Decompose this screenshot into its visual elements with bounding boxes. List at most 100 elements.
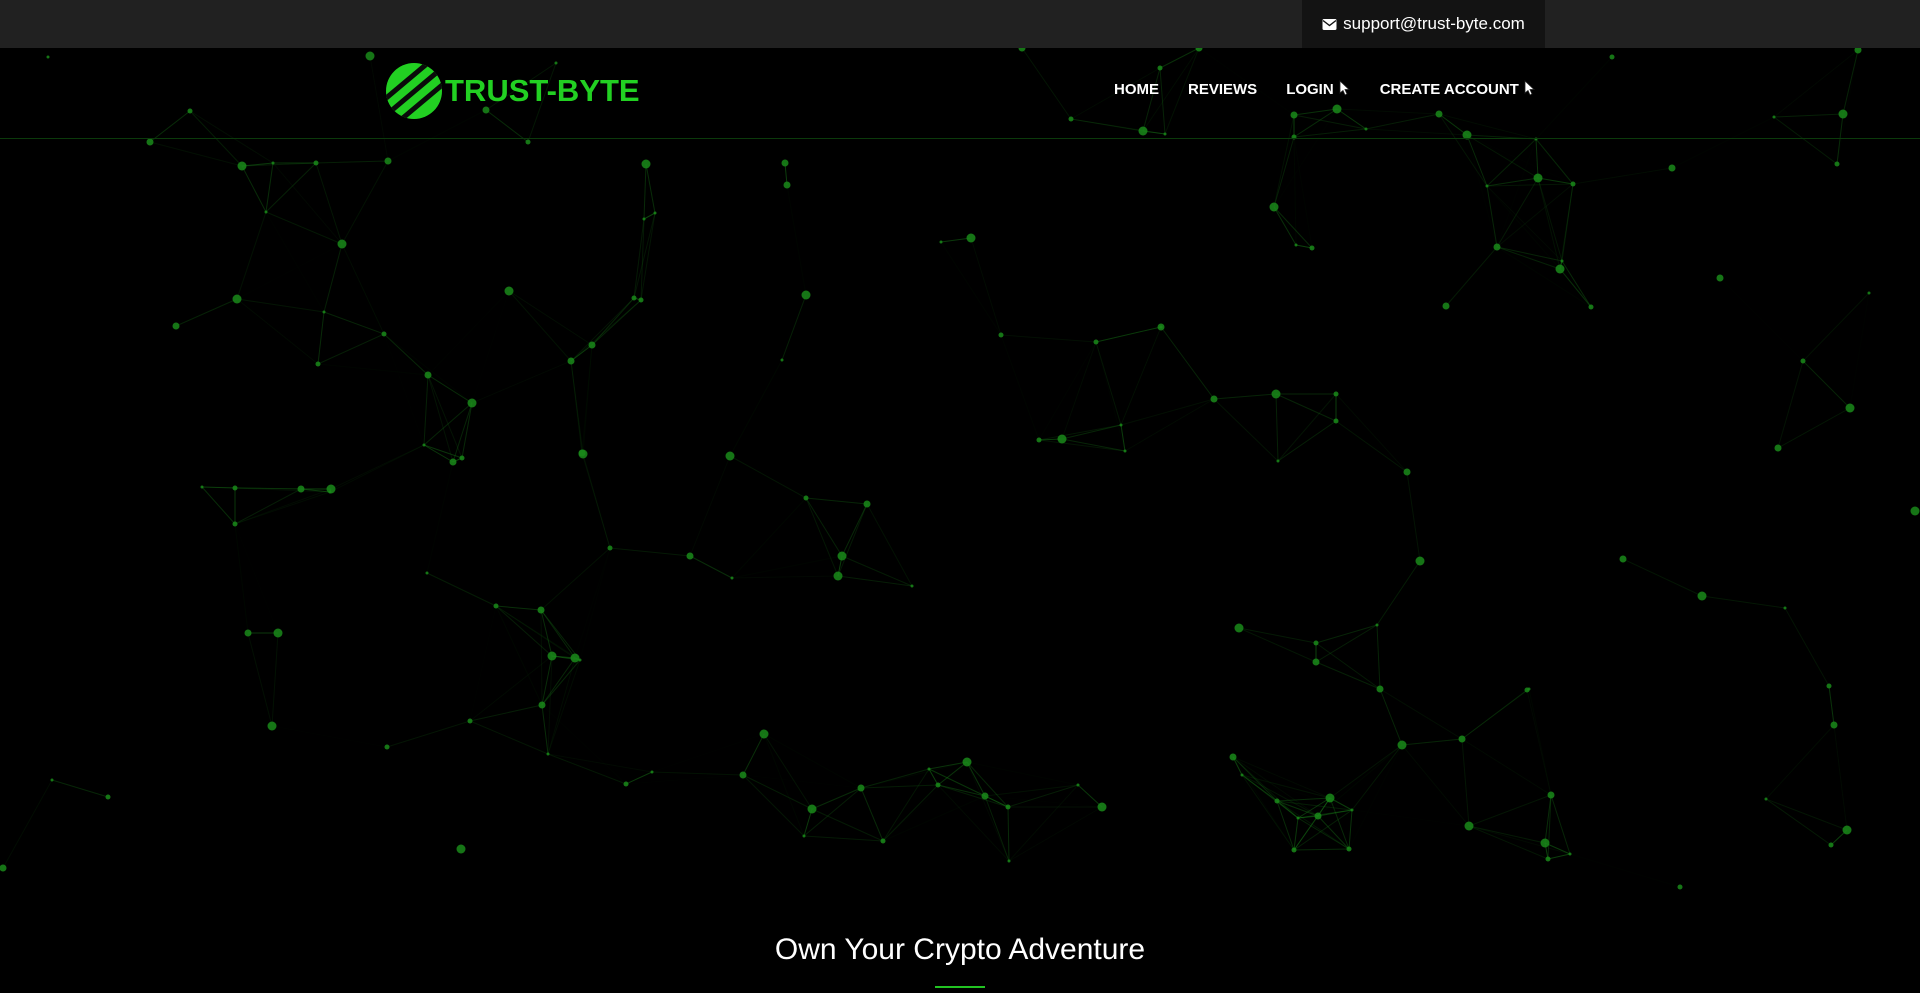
network-node: [273, 628, 283, 638]
network-line: [633, 212, 656, 299]
network-line: [970, 237, 1002, 336]
network-node: [1234, 623, 1244, 633]
network-node: [237, 161, 247, 171]
network-node: [1159, 325, 1163, 329]
network-line: [1572, 167, 1673, 185]
network-node: [1274, 798, 1280, 804]
network-node: [1524, 687, 1530, 693]
network-line: [428, 291, 509, 375]
network-node: [1555, 264, 1565, 274]
support-email-text: support@trust-byte.com: [1343, 14, 1525, 33]
network-node: [780, 358, 784, 362]
network-node: [1435, 110, 1443, 118]
network-node: [384, 157, 392, 165]
nav-reviews-label: REVIEWS: [1188, 80, 1258, 98]
nav-login[interactable]: LOGIN: [1286, 80, 1351, 98]
network-node: [650, 770, 654, 774]
network-line: [1439, 114, 1538, 178]
network-node: [725, 451, 735, 461]
network-line: [471, 360, 572, 404]
network-line: [811, 808, 884, 842]
network-line: [1550, 794, 1571, 855]
network-line: [1008, 784, 1079, 862]
network-line: [2, 779, 53, 869]
network-line: [541, 704, 549, 755]
network-node: [1163, 132, 1167, 136]
network-line: [265, 211, 343, 245]
support-email-link[interactable]: support@trust-byte.com: [1302, 0, 1545, 48]
network-node: [172, 322, 180, 330]
network-node: [425, 571, 429, 575]
network-node: [638, 297, 644, 303]
network-node: [1697, 591, 1707, 601]
network-node: [547, 651, 557, 661]
network-line: [866, 503, 913, 587]
network-node: [1403, 468, 1411, 476]
hero-title-underline: [935, 986, 985, 988]
network-line: [805, 497, 839, 577]
network-line: [689, 455, 731, 557]
network-line: [1401, 744, 1470, 827]
network-line: [967, 762, 1078, 785]
network-node: [1619, 555, 1627, 563]
network-node: [1076, 783, 1080, 787]
network-line: [508, 290, 572, 362]
network-line: [1238, 627, 1317, 644]
network-node: [1845, 403, 1855, 413]
network-node: [1540, 838, 1550, 848]
network-node: [200, 485, 204, 489]
network-node: [1588, 304, 1594, 310]
network-node: [801, 290, 811, 300]
network-line: [1802, 360, 1851, 409]
network-line: [1159, 48, 1200, 69]
network-node: [631, 295, 637, 301]
network-line: [234, 491, 331, 525]
network-line: [1401, 738, 1463, 746]
network-node: [807, 804, 817, 814]
network-line: [882, 784, 939, 842]
network-node: [1036, 437, 1042, 443]
cursor-icon: [1524, 80, 1535, 96]
network-line: [1446, 269, 1560, 306]
logo[interactable]: TRUST-BYTE: [385, 62, 640, 120]
network-node: [459, 455, 465, 461]
network-line: [731, 497, 807, 579]
nav-create-account-label: CREATE ACCOUNT: [1379, 80, 1519, 98]
network-line: [1273, 136, 1295, 208]
network-node: [1677, 884, 1683, 890]
network-line: [984, 784, 1079, 797]
network-node: [1867, 291, 1871, 295]
network-node: [1783, 606, 1787, 610]
network-line: [547, 753, 653, 773]
network-line: [317, 333, 385, 365]
network-line: [1293, 809, 1353, 851]
network-line: [805, 497, 868, 505]
main-nav: HOME REVIEWS LOGIN CREATE ACCOUNT: [1114, 80, 1565, 98]
network-node: [578, 449, 586, 457]
network-node: [1296, 816, 1300, 820]
network-node: [1568, 852, 1572, 856]
network-node: [1123, 449, 1127, 453]
network-line: [1773, 49, 1859, 118]
nav-home-label: HOME: [1114, 80, 1159, 98]
network-node: [264, 210, 268, 214]
network-line: [316, 56, 370, 163]
network-line: [1570, 854, 1680, 887]
network-line: [265, 162, 274, 213]
network-line: [423, 374, 429, 446]
network-line: [786, 184, 807, 296]
network-line: [1784, 607, 1830, 687]
network-node: [1764, 797, 1768, 801]
network-line: [541, 659, 581, 706]
nav-home[interactable]: HOME: [1114, 81, 1159, 98]
network-line: [542, 705, 626, 784]
network-node: [1485, 184, 1489, 188]
network-node: [297, 485, 305, 493]
nav-create-account[interactable]: CREATE ACCOUNT: [1380, 80, 1536, 98]
logo-text: TRUST-BYTE: [445, 73, 640, 108]
network-line: [1765, 724, 1835, 800]
network-node: [1533, 173, 1543, 183]
network-node: [232, 294, 242, 304]
nav-reviews[interactable]: REVIEWS: [1188, 81, 1257, 98]
network-line: [1120, 398, 1215, 426]
